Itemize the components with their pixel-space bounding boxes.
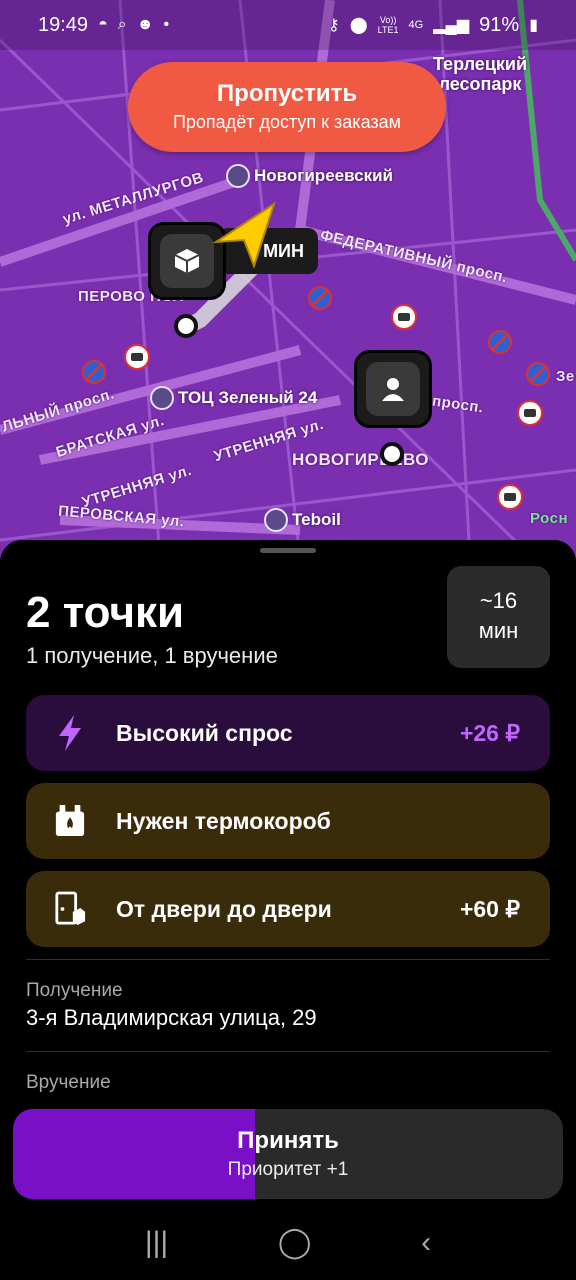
speed-camera-icon — [124, 344, 150, 370]
card-value: +60 ₽ — [459, 895, 520, 922]
delivery-label: Вручение — [26, 1072, 111, 1093]
card-label: Высокий спрос — [116, 719, 293, 746]
sheet-drag-handle[interactable] — [260, 548, 316, 553]
skip-button-title: Пропустить — [216, 80, 358, 107]
accept-button-title: Принять — [237, 1127, 339, 1154]
card-thermobox[interactable]: Нужен термокороб — [26, 783, 550, 859]
map-district-label: НОВОГИРЕЕВО — [292, 450, 430, 469]
dot-icon: • — [163, 16, 170, 33]
accept-button[interactable]: Принять Приоритет +1 — [13, 1109, 563, 1199]
shop-icon — [226, 164, 250, 188]
speed-camera-icon — [517, 400, 543, 426]
skip-button-subtitle: Пропадёт доступ к заказам — [172, 112, 402, 132]
pickup-point — [174, 314, 198, 338]
gas-station-icon — [264, 508, 288, 532]
shop-icon — [150, 386, 174, 410]
battery-percent: 91% — [479, 13, 520, 36]
pickup-address[interactable]: 3-я Владимирская улица, 29 — [26, 1005, 317, 1031]
app-icon: ☻ — [136, 16, 154, 33]
map-poi[interactable]: Новогиреевский — [226, 164, 393, 188]
map-poi[interactable]: ТОЦ Зеленый 24 — [150, 386, 317, 410]
accept-button-subtitle: Приоритет +1 — [227, 1159, 349, 1180]
map-street-label: Зе — [556, 368, 575, 385]
status-bar: 19:49 ◓ ⌕ ☻ • ⚷ ⬤ Vo)) LTE1 4G ▂▄▆ 91% ▮ — [0, 0, 576, 50]
speed-camera-icon — [391, 304, 417, 330]
lightning-icon — [54, 713, 86, 753]
location-icon: ⬤ — [349, 17, 368, 34]
no-stopping-icon — [82, 360, 106, 384]
no-stopping-icon — [488, 330, 512, 354]
battery-icon: ▮ — [529, 17, 538, 34]
signal-icon: ▂▄▆ — [433, 17, 470, 34]
network-indicator: Vo)) LTE1 — [377, 15, 399, 35]
courier-arrow-icon — [212, 201, 276, 270]
divider — [26, 1051, 550, 1052]
package-icon — [160, 234, 214, 288]
no-stopping-icon — [308, 286, 332, 310]
no-stopping-icon — [526, 362, 550, 386]
card-value: +26 ₽ — [459, 719, 520, 746]
door-to-door-icon — [54, 889, 86, 929]
search-icon: ⌕ — [117, 16, 127, 33]
order-title: 2 точки — [26, 588, 185, 637]
delivery-point — [380, 442, 404, 466]
incognito-icon: ◓ — [98, 16, 108, 33]
order-time-badge: ~16 мин — [447, 566, 550, 668]
order-subtitle: 1 получение, 1 вручение — [26, 643, 278, 668]
pickup-label: Получение — [26, 980, 123, 1001]
back-icon[interactable]: ‹ — [421, 1226, 431, 1260]
card-door-to-door[interactable]: От двери до двери +60 ₽ — [26, 871, 550, 947]
time-value: ~16 — [479, 588, 518, 613]
card-label: Нужен термокороб — [116, 807, 331, 834]
home-icon[interactable]: ◯ — [278, 1225, 312, 1260]
card-high-demand[interactable]: Высокий спрос +26 ₽ — [26, 695, 550, 771]
network-type: 4G — [408, 19, 424, 31]
skip-button[interactable]: Пропустить Пропадёт доступ к заказам — [128, 62, 446, 152]
speed-camera-icon — [497, 484, 523, 510]
system-nav-bar: ||| ◯ ‹ — [0, 1205, 576, 1280]
key-icon: ⚷ — [328, 17, 340, 34]
map-street-label: Росн — [530, 510, 568, 527]
map-poi[interactable]: Teboil — [264, 508, 341, 532]
person-icon — [366, 362, 420, 416]
status-time: 19:49 — [38, 13, 89, 36]
time-unit: мин — [478, 618, 519, 643]
recent-apps-icon[interactable]: ||| — [145, 1226, 168, 1260]
divider — [26, 959, 550, 960]
card-label: От двери до двери — [116, 895, 332, 922]
thermobox-icon — [54, 801, 86, 841]
delivery-marker[interactable] — [354, 350, 432, 428]
